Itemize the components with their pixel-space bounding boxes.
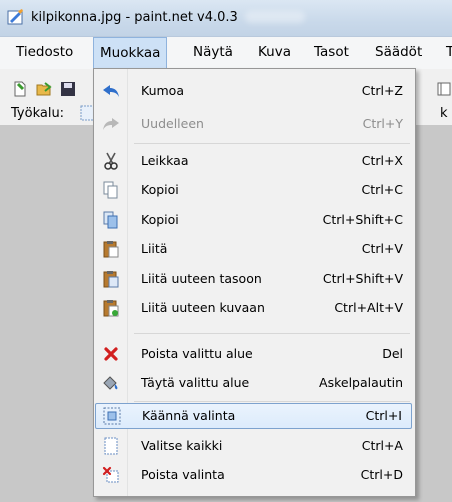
save-icon[interactable] <box>60 81 76 97</box>
select-all-icon <box>101 437 121 455</box>
menu-muokkaa[interactable]: Muokkaa <box>93 37 168 69</box>
menu-tasot[interactable]: Tasot <box>308 37 355 67</box>
undo-icon <box>101 82 121 100</box>
paste-new-layer-icon <box>101 270 121 288</box>
scissors-icon <box>101 152 121 170</box>
paintnet-app-icon <box>7 9 23 25</box>
edit-menu-dropdown: Kumoa Ctrl+Z Uudelleen Ctrl+Y Leikkaa Ct… <box>93 68 416 497</box>
new-file-icon[interactable] <box>12 81 28 97</box>
menu-more[interactable]: T <box>440 37 452 67</box>
menu-item-paste-new-layer[interactable]: Liitä uuteen tasoon Ctrl+Shift+V <box>95 266 412 292</box>
fill-icon <box>101 374 121 392</box>
menu-saadot[interactable]: Säädöt <box>369 37 428 67</box>
menu-item-copy-merged[interactable]: Kopioi Ctrl+Shift+C <box>95 207 412 233</box>
paste-new-image-icon <box>101 299 121 317</box>
paste-icon <box>101 240 121 258</box>
invert-selection-icon <box>102 407 122 425</box>
menu-item-invert-selection[interactable]: Käännä valinta Ctrl+I <box>95 403 412 429</box>
menu-tiedosto[interactable]: Tiedosto <box>10 37 79 67</box>
menu-item-redo[interactable]: Uudelleen Ctrl+Y <box>95 111 412 137</box>
menu-kuva[interactable]: Kuva <box>252 37 297 67</box>
menu-item-select-all[interactable]: Valitse kaikki Ctrl+A <box>95 433 412 459</box>
menu-item-paste[interactable]: Liitä Ctrl+V <box>95 236 412 262</box>
toolbar-cut-text: k <box>440 106 448 121</box>
menu-nayta[interactable]: Näytä <box>187 37 239 67</box>
copy-icon <box>101 181 121 199</box>
menu-bar: Tiedosto Muokkaa Näytä Kuva Tasot Säädöt… <box>0 36 452 69</box>
menu-item-cut[interactable]: Leikkaa Ctrl+X <box>95 148 412 174</box>
title-bar: kilpikonna.jpg - paint.net v4.0.3 <box>0 0 452 36</box>
menu-item-copy[interactable]: Kopioi Ctrl+C <box>95 177 412 203</box>
menu-item-deselect[interactable]: Poista valinta Ctrl+D <box>95 462 412 488</box>
delete-icon <box>101 345 121 363</box>
menu-item-erase-selection[interactable]: Poista valittu alue Del <box>95 341 412 367</box>
redo-icon <box>101 115 121 133</box>
tool-label: Työkalu: <box>11 106 65 121</box>
deselect-icon <box>101 466 121 484</box>
window-title: kilpikonna.jpg - paint.net v4.0.3 <box>31 10 238 25</box>
copy-merged-icon <box>101 211 121 229</box>
menu-item-paste-new-image[interactable]: Liitä uuteen kuvaan Ctrl+Alt+V <box>95 295 412 321</box>
menu-item-fill-selection[interactable]: Täytä valittu alue Askelpalautin <box>95 370 412 396</box>
toolbar-overflow-icon[interactable] <box>436 81 452 97</box>
menu-item-undo[interactable]: Kumoa Ctrl+Z <box>95 78 412 104</box>
open-file-icon[interactable] <box>36 81 52 97</box>
